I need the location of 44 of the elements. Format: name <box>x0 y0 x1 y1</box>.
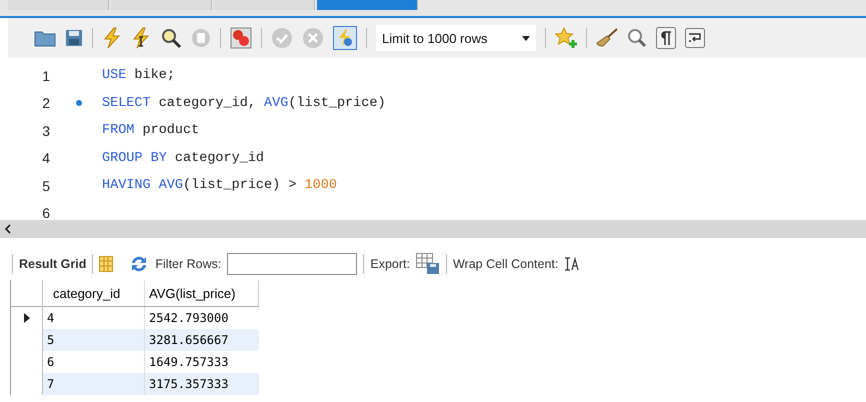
line-number: 2 <box>41 95 50 112</box>
star-plus-icon[interactable] <box>555 27 577 49</box>
table-cell: 7 <box>43 373 145 395</box>
column-layout-icon[interactable] <box>99 256 114 272</box>
export-grid-icon[interactable] <box>416 253 440 275</box>
lightning-icon[interactable] <box>102 27 122 49</box>
check-icon[interactable] <box>271 27 293 49</box>
table-cell: 3175.357333 <box>145 373 259 395</box>
search-icon[interactable] <box>627 28 647 48</box>
lightning-cursor-icon[interactable] <box>131 27 151 49</box>
export-label: Export: <box>370 257 410 271</box>
code-line: HAVING AVG(list_price) > 1000 <box>102 178 337 194</box>
wrap-text-icon[interactable] <box>564 257 580 271</box>
code-line: GROUP BY category_id <box>102 150 264 166</box>
code-line: SELECT category_id, AVG(list_price) <box>102 96 386 111</box>
table-cell: 3281.656667 <box>145 329 259 351</box>
folder-icon[interactable] <box>34 29 56 47</box>
stop-icon[interactable] <box>230 27 252 49</box>
table-cell-text: 1649.757333 <box>148 354 230 371</box>
line-number: 6 <box>41 205 50 220</box>
limit-rows-dropdown[interactable]: Limit to 1000 rows <box>376 25 536 51</box>
table-cell: 5 <box>43 329 145 351</box>
dropdown-caret-icon[interactable] <box>522 36 530 40</box>
code-line: FROM product <box>102 123 200 138</box>
code-line: USE bike; <box>102 68 175 84</box>
column-header[interactable]: AVG(list_price) <box>145 280 259 306</box>
magnifier-icon[interactable] <box>160 27 182 49</box>
filter-rows-label: Filter Rows: <box>155 257 222 271</box>
save-icon[interactable] <box>65 29 83 47</box>
table-cell-text: 2542.793000 <box>148 310 230 327</box>
filter-rows-input[interactable] <box>227 253 358 275</box>
line-number: 5 <box>41 178 50 194</box>
result-grid-tab[interactable]: Result Grid <box>19 257 86 271</box>
pilcrow-icon[interactable] <box>656 27 676 49</box>
wrap-cell-content-label: Wrap Cell Content: <box>452 257 558 271</box>
broom-icon[interactable] <box>596 28 618 48</box>
line-number: 4 <box>41 150 50 166</box>
word-wrap-icon[interactable] <box>685 28 705 48</box>
scroll-left-icon[interactable] <box>4 224 12 234</box>
autocommit-toggle-icon[interactable] <box>333 26 357 50</box>
horizontal-scrollbar[interactable] <box>0 220 866 238</box>
line-number: 3 <box>41 122 50 139</box>
line-number: 1 <box>41 68 50 84</box>
column-header[interactable]: category_id <box>43 280 145 306</box>
